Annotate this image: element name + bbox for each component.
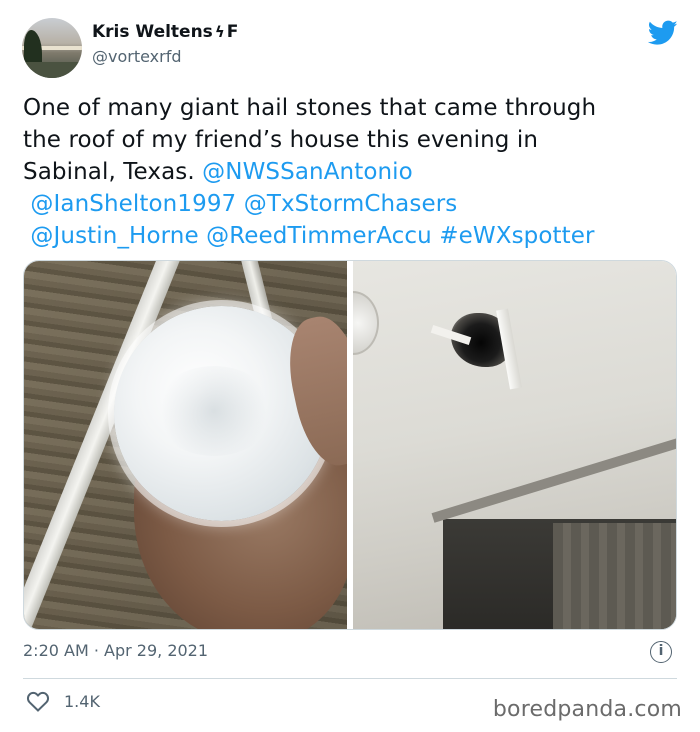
hailstone-photo[interactable]	[24, 261, 347, 629]
tweet-location-text: Sabinal, Texas.	[23, 159, 203, 185]
heart-outline-icon[interactable]	[26, 690, 50, 712]
mention-ianshelton1997[interactable]: @IanShelton1997	[30, 191, 236, 217]
twitter-bird-icon[interactable]	[648, 20, 678, 46]
author-handle[interactable]: @vortexrfd	[92, 47, 182, 66]
author-name-suffix: F	[226, 22, 239, 42]
photo-wood-wall	[553, 523, 676, 629]
author-display-name[interactable]: Kris Weltens	[92, 22, 213, 42]
media-grid	[23, 260, 677, 630]
info-circle-icon[interactable]: i	[650, 641, 672, 663]
tweet-text: One of many giant hail stones that came …	[23, 92, 673, 252]
avatar-ground	[22, 62, 82, 78]
like-count: 1.4K	[64, 691, 100, 711]
like-button[interactable]: 1.4K	[26, 690, 100, 712]
tweet-line-5: @Justin_Horne @ReedTimmerAccu #eWXspotte…	[23, 220, 673, 252]
author-name-row[interactable]: Kris Weltens ϟ F	[92, 22, 238, 42]
boredpanda-watermark: boredpanda.com	[492, 697, 682, 722]
tweet-line-2: the roof of my friend’s house this eveni…	[23, 127, 539, 153]
tweet-timestamp[interactable]: 2:20 AM · Apr 29, 2021	[23, 641, 208, 660]
lightning-bolt-icon: ϟ	[214, 23, 225, 41]
tweet-line-4: @IanShelton1997 @TxStormChasers	[23, 188, 673, 220]
photo-ceiling-trim	[431, 437, 676, 523]
mention-justin-horne[interactable]: @Justin_Horne	[30, 223, 198, 249]
mention-txstormchasers[interactable]: @TxStormChasers	[244, 191, 458, 217]
divider	[23, 678, 677, 679]
avatar[interactable]	[22, 18, 82, 78]
mention-reedtimmeraccu[interactable]: @ReedTimmerAccu	[206, 223, 432, 249]
tweet-line-3: Sabinal, Texas. @NWSSanAntonio	[23, 156, 673, 188]
ceiling-damage-photo[interactable]	[353, 261, 676, 629]
mention-nwssanantonio[interactable]: @NWSSanAntonio	[202, 159, 413, 185]
tweet-card: Kris Weltens ϟ F @vortexrfd One of many …	[0, 0, 700, 732]
photo-ceiling-vent	[353, 291, 379, 355]
tweet-line-1: One of many giant hail stones that came …	[23, 95, 597, 121]
hashtag-ewxspotter[interactable]: #eWXspotter	[439, 223, 594, 249]
